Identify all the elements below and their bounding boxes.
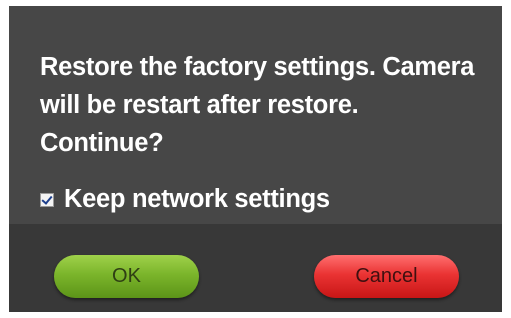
- dialog-button-bar: OK Cancel: [9, 224, 502, 312]
- keep-network-label: Keep network settings: [64, 184, 330, 213]
- keep-network-checkbox[interactable]: [40, 193, 54, 207]
- ok-button[interactable]: OK: [54, 255, 199, 298]
- dialog-body: Restore the factory settings. Camera wil…: [9, 6, 502, 224]
- cancel-button[interactable]: Cancel: [314, 255, 459, 298]
- restore-factory-dialog: Restore the factory settings. Camera wil…: [9, 6, 502, 312]
- restore-message: Restore the factory settings. Camera wil…: [40, 53, 475, 157]
- keep-network-settings-option[interactable]: Keep network settings: [40, 183, 330, 215]
